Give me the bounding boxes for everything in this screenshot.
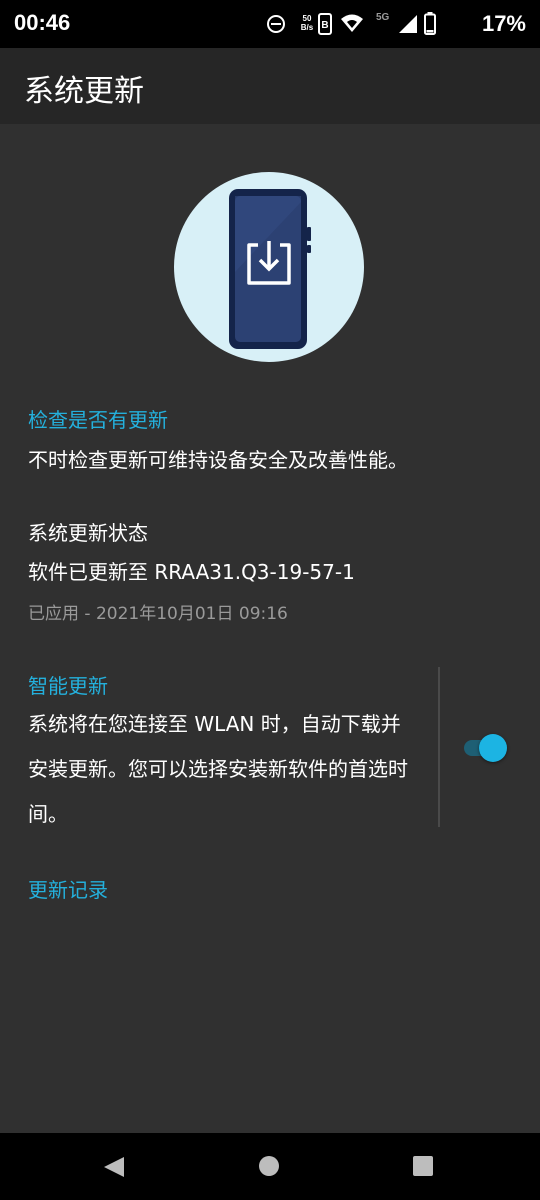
status-bar: 00:46 50 B/s B 5G 17% (0, 0, 540, 48)
page-title: 系统更新 (24, 74, 144, 109)
volte-icon: B (317, 13, 332, 35)
update-status-title: 系统更新状态 (28, 521, 148, 545)
navigation-bar (0, 1133, 540, 1200)
status-time: 00:46 (14, 10, 71, 35)
update-history-link[interactable]: 更新记录 (28, 874, 108, 903)
app-bar: 系统更新 (0, 48, 540, 124)
svg-text:B: B (321, 20, 328, 31)
smart-update-toggle[interactable] (462, 734, 508, 762)
back-icon[interactable] (102, 1155, 126, 1179)
toggle-thumb (479, 734, 507, 762)
smart-update-title[interactable]: 智能更新 (28, 670, 108, 699)
net-speed-value: 50 (302, 14, 312, 23)
do-not-disturb-icon (266, 15, 285, 33)
home-icon[interactable] (258, 1155, 280, 1177)
check-update-link[interactable]: 检查是否有更新 (28, 404, 168, 433)
network-type: 5G (375, 12, 390, 23)
recents-icon[interactable] (412, 1155, 434, 1177)
divider (438, 667, 440, 827)
battery-icon (423, 12, 436, 35)
update-status-version: 软件已更新至 RRAA31.Q3-19-57-1 (28, 560, 355, 584)
update-applied-date: 已应用 - 2021年10月01日 09:16 (28, 604, 288, 624)
check-update-description: 不时检查更新可维持设备安全及改善性能。 (28, 448, 408, 472)
net-speed: 50 B/s (298, 14, 316, 32)
signal-icon (398, 15, 417, 33)
wifi-icon (340, 14, 363, 32)
status-icons: 50 B/s B 5G 17% (266, 0, 526, 48)
net-speed-unit: B/s (300, 23, 314, 32)
system-update-illustration (174, 172, 364, 362)
smart-update-description: 系统将在您连接至 WLAN 时，自动下载并安装更新。您可以选择安装新软件的首选时… (28, 712, 408, 826)
battery-level: 17% (481, 11, 526, 36)
